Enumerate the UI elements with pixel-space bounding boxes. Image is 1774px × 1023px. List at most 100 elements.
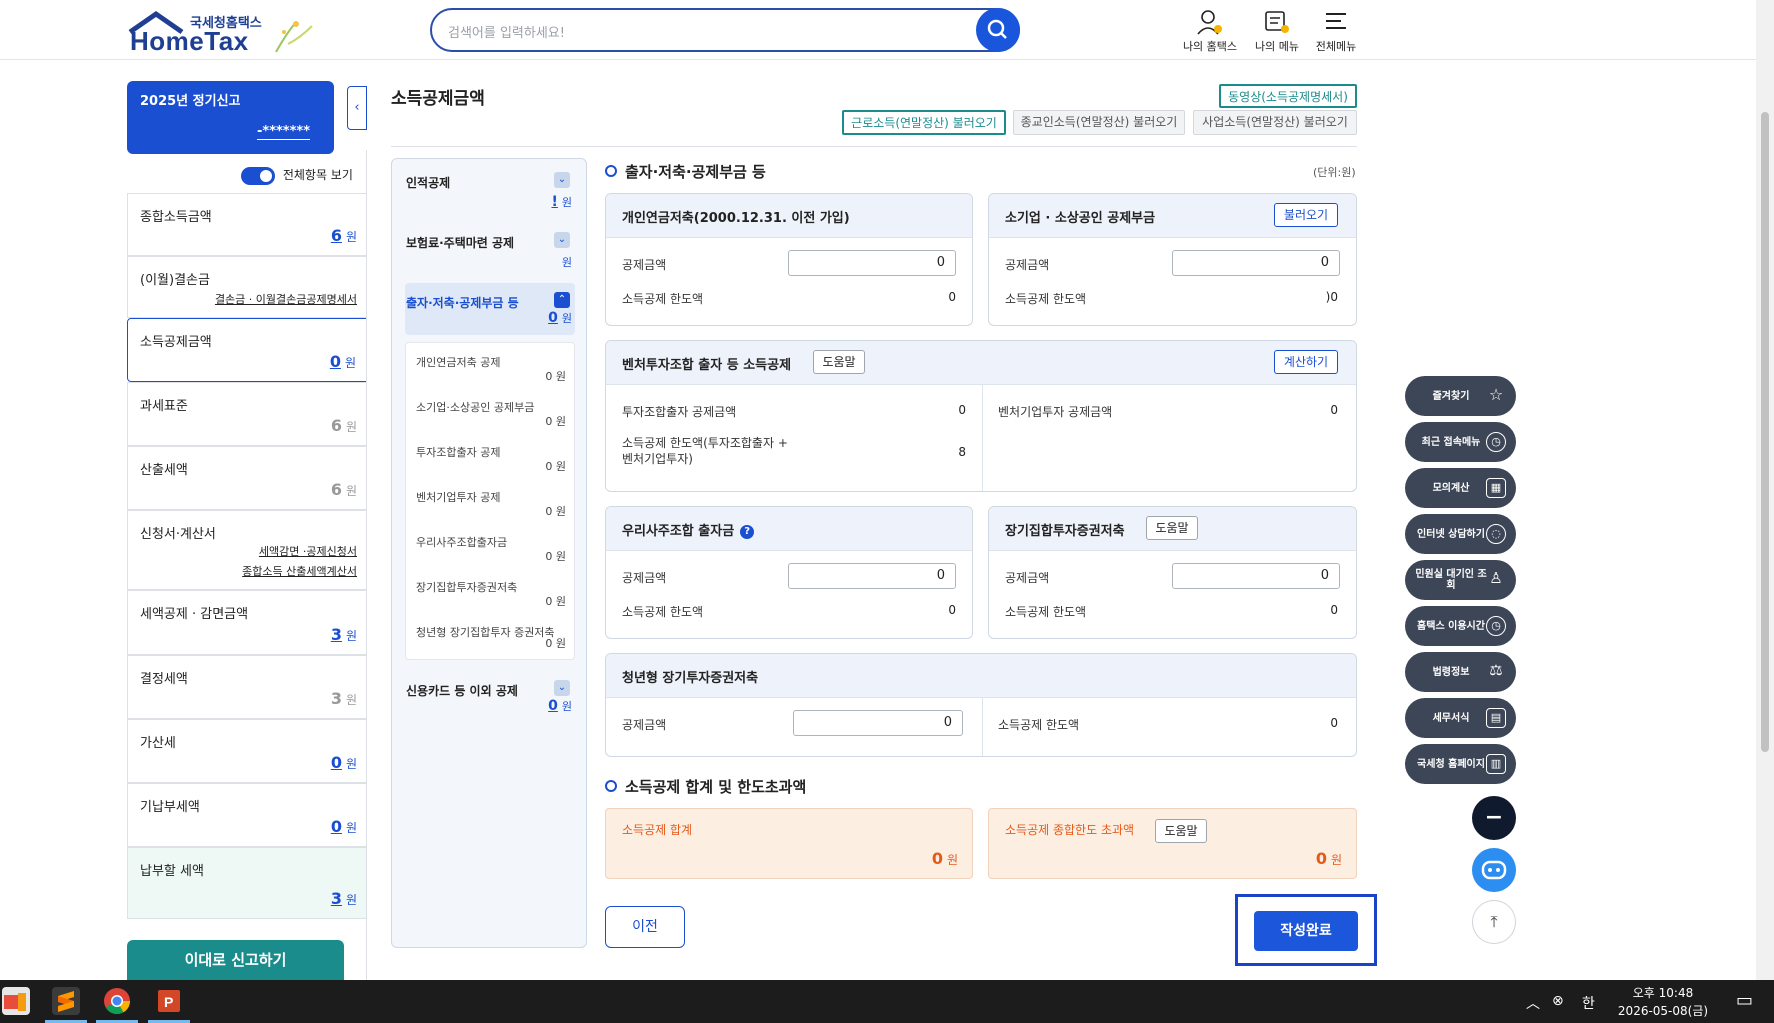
filing-card-title: 2025년 정기신고 bbox=[140, 94, 241, 109]
app-icon-partial[interactable] bbox=[2, 987, 30, 1015]
sidebar-item-label: 결정세액 bbox=[140, 672, 188, 687]
nav-section-insurance-housing[interactable]: 보험료·주택마련 공제 ⌄ 원 bbox=[406, 232, 574, 272]
search-button[interactable] bbox=[976, 8, 1020, 52]
chevron-down-icon[interactable]: ⌄ bbox=[554, 680, 570, 696]
small-biz-limit-value: )0 bbox=[1325, 290, 1338, 304]
file-as-is-button[interactable]: 이대로 신고하기 bbox=[127, 940, 344, 980]
video-guide-button[interactable]: 동영상(소득공제명세서) bbox=[1219, 84, 1357, 108]
sidebar-item-calculated-tax[interactable]: 산출세액 6원 bbox=[127, 446, 367, 510]
reduction-application-link[interactable]: 세액감면 ·공제신청서 bbox=[259, 543, 357, 559]
field-label: 공제금액 bbox=[1005, 258, 1050, 272]
ime-indicator[interactable]: 한 bbox=[1582, 993, 1595, 1013]
chrome-icon[interactable] bbox=[96, 987, 138, 1023]
sidebar-collapse-button[interactable]: ‹ bbox=[347, 86, 367, 130]
tray-chevron-up-icon[interactable]: ︿ bbox=[1526, 993, 1540, 1013]
scrollbar-thumb[interactable] bbox=[1761, 112, 1769, 752]
sidebar-item-label: 세액공제 · 감면금액 bbox=[140, 607, 249, 622]
longterm-amount-input[interactable]: 0 bbox=[1172, 563, 1340, 589]
loss-statement-link[interactable]: 결손금 · 이월결손금공제명세서 bbox=[215, 291, 357, 307]
page-title: 소득공제금액 bbox=[391, 89, 485, 109]
sidebar-item-label: 과세표준 bbox=[140, 399, 188, 414]
sidebar-item-tax-base[interactable]: 과세표준 6원 bbox=[127, 382, 367, 446]
nav-sub-item[interactable]: 소기업·소상공인 공제부금 0 원 bbox=[416, 396, 566, 428]
box-divider bbox=[982, 385, 983, 491]
nav-sub-item[interactable]: 장기집합투자증권저축 0 원 bbox=[416, 576, 566, 608]
sidebar-item-determined-tax[interactable]: 결정세액 3원 bbox=[127, 655, 367, 719]
nav-section-personal-deduction[interactable]: 인적공제 ⌄ ! 원 bbox=[406, 172, 574, 212]
notification-icon[interactable]: ▭ bbox=[1736, 990, 1753, 1011]
quick-service-hours[interactable]: 홈택스 이용시간 ◷ bbox=[1405, 606, 1516, 646]
my-hometax-button[interactable]: 나의 홈택스 bbox=[1180, 8, 1240, 54]
nav-sub-item[interactable]: 벤처기업투자 공제 0 원 bbox=[416, 486, 566, 518]
quick-law-info[interactable]: 법령정보 ⚖ bbox=[1405, 652, 1516, 692]
small-biz-amount-input[interactable]: 0 bbox=[1172, 250, 1340, 276]
sidebar-item-income-deduction[interactable]: 소득공제금액 0원 bbox=[127, 318, 367, 382]
sublime-text-icon[interactable] bbox=[45, 987, 87, 1023]
chevron-down-icon[interactable]: ⌄ bbox=[554, 232, 570, 248]
quick-recent-menu[interactable]: 최근 접속메뉴 ◷ bbox=[1405, 422, 1516, 462]
nav-sub-item[interactable]: 청년형 장기집합투자 증권저축 0 원 bbox=[416, 621, 566, 650]
sidebar-item-total-income[interactable]: 종합소득금액 6원 bbox=[127, 193, 367, 256]
prev-button[interactable]: 이전 bbox=[605, 906, 685, 948]
load-business-income-button[interactable]: 사업소득(연말정산) 불러오기 bbox=[1193, 110, 1357, 135]
chevron-up-icon[interactable]: ⌃ bbox=[554, 292, 570, 308]
sidebar-item-tax-credit[interactable]: 세액공제 · 감면금액 3원 bbox=[127, 590, 367, 655]
box-title: 벤처투자조합 출자 등 소득공제 bbox=[622, 358, 792, 373]
field-label: 공제금액 bbox=[622, 718, 667, 732]
quick-favorites[interactable]: 즐겨찾기 ☆ bbox=[1405, 376, 1516, 416]
pension-amount-input[interactable]: 0 bbox=[788, 250, 956, 276]
nav-section-label: 인적공제 bbox=[406, 176, 451, 190]
venture-calc-button[interactable]: 계산하기 bbox=[1274, 350, 1338, 374]
youth-amount-input[interactable]: 0 bbox=[793, 710, 963, 736]
page-scrollbar[interactable] bbox=[1756, 0, 1774, 980]
filing-card-masked-id[interactable]: -******* bbox=[257, 124, 310, 140]
sidebar-item-label: 소득공제금액 bbox=[140, 335, 212, 350]
load-earned-income-button[interactable]: 근로소득(연말정산) 불러오기 bbox=[842, 110, 1006, 135]
chrome-logo-icon bbox=[104, 988, 131, 1015]
pension-savings-box: 개인연금저축(2000.12.31. 이전 가입) 공제금액 0 소득공제 한도… bbox=[605, 193, 973, 326]
small-biz-load-button[interactable]: 불러오기 bbox=[1274, 203, 1338, 227]
quick-mock-calc[interactable]: 모의계산 ▦ bbox=[1405, 468, 1516, 508]
tax-calculation-link[interactable]: 종합소득 산출세액계산서 bbox=[242, 563, 357, 579]
nav-section-other-deduction[interactable]: 신용카드 등 이외 공제 ⌄ 0원 bbox=[406, 680, 574, 720]
quick-online-consult[interactable]: 인터넷 상담하기 ◌ bbox=[1405, 514, 1516, 554]
tray-network-icon[interactable]: ⊗ bbox=[1552, 993, 1564, 1009]
search-bar[interactable]: 검색어를 입력하세요! bbox=[430, 8, 1020, 52]
nav-section-value: ! 원 bbox=[551, 194, 572, 210]
all-menu-button[interactable]: 전체메뉴 bbox=[1306, 8, 1366, 54]
search-input[interactable]: 검색어를 입력하세요! bbox=[448, 22, 565, 41]
show-all-toggle[interactable] bbox=[241, 166, 275, 185]
box-title: 청년형 장기투자증권저축 bbox=[622, 671, 759, 686]
show-all-toggle-row[interactable]: 전체항목 보기 bbox=[241, 166, 353, 185]
sidebar-item-value: 6원 bbox=[330, 416, 357, 435]
sidebar-item-value: 0원 bbox=[330, 753, 357, 772]
sidebar-item-prepaid-tax[interactable]: 기납부세액 0원 bbox=[127, 783, 367, 847]
taskbar-clock[interactable]: 오후 10:48 2026-05-08(금) bbox=[1608, 984, 1718, 1020]
nav-sub-item[interactable]: 개인연금저축 공제 0 원 bbox=[416, 351, 566, 383]
quick-nts-homepage[interactable]: 국세청 홈페이지 ▥ bbox=[1405, 744, 1516, 784]
quick-tax-forms[interactable]: 세무서식 ▤ bbox=[1405, 698, 1516, 738]
chatbot-button[interactable] bbox=[1472, 848, 1516, 892]
sidebar-item-tax-payable[interactable]: 납부할 세액 3원 bbox=[127, 847, 367, 919]
help-icon[interactable]: ? bbox=[740, 524, 755, 539]
sidebar-item-value: 3원 bbox=[330, 625, 357, 644]
nav-sub-item[interactable]: 투자조합출자 공제 0 원 bbox=[416, 441, 566, 473]
load-religious-income-button[interactable]: 종교인소득(연말정산) 불러오기 bbox=[1013, 110, 1185, 135]
scroll-top-button[interactable]: ⤒ bbox=[1472, 900, 1516, 944]
longterm-help-button[interactable]: 도움말 bbox=[1146, 516, 1198, 540]
collapse-quick-menu-button[interactable]: − bbox=[1472, 796, 1516, 840]
esop-amount-input[interactable]: 0 bbox=[788, 563, 956, 589]
complete-button[interactable]: 작성완료 bbox=[1254, 911, 1358, 951]
longterm-limit-value: 0 bbox=[1330, 603, 1338, 617]
hometax-logo[interactable]: 국세청홈택스 HomeTax bbox=[126, 8, 326, 56]
powerpoint-icon[interactable]: P bbox=[148, 987, 190, 1023]
nav-section-investment-savings[interactable]: 출자·저축·공제부금 등 ⌃ 0원 bbox=[406, 292, 574, 332]
excess-help-button[interactable]: 도움말 bbox=[1155, 819, 1207, 843]
app-icon bbox=[4, 993, 26, 1011]
chevron-down-icon[interactable]: ⌄ bbox=[554, 172, 570, 188]
my-menu-button[interactable]: 나의 메뉴 bbox=[1247, 8, 1307, 54]
quick-waiting-lookup[interactable]: 민원실 대기인 조회 ♙ bbox=[1405, 560, 1516, 600]
nav-sub-item[interactable]: 우리사주조합출자금 0 원 bbox=[416, 531, 566, 563]
venture-help-button[interactable]: 도움말 bbox=[813, 350, 865, 374]
sidebar-item-penalty-tax[interactable]: 가산세 0원 bbox=[127, 719, 367, 783]
